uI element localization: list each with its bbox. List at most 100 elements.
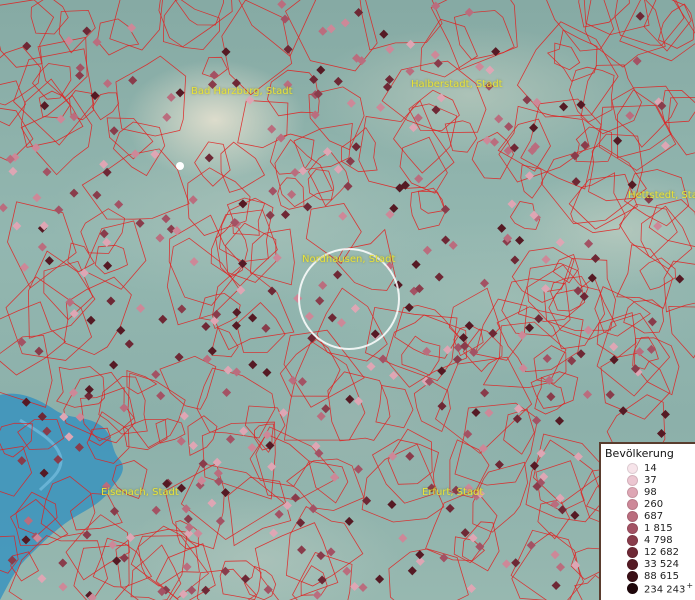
population-marker[interactable] [37, 574, 47, 584]
population-marker[interactable] [571, 177, 581, 187]
population-marker[interactable] [135, 218, 145, 228]
population-marker[interactable] [353, 464, 363, 474]
population-marker[interactable] [274, 509, 284, 519]
highlight-marker[interactable] [176, 162, 184, 170]
population-marker[interactable] [647, 317, 657, 327]
population-marker[interactable] [58, 582, 68, 592]
population-marker[interactable] [576, 100, 586, 110]
population-marker[interactable] [526, 540, 536, 550]
population-marker[interactable] [384, 74, 395, 85]
population-marker[interactable] [522, 95, 532, 105]
population-marker[interactable] [555, 562, 566, 572]
population-marker[interactable] [407, 566, 417, 576]
population-marker[interactable] [119, 553, 129, 563]
population-marker[interactable] [385, 44, 395, 54]
population-marker[interactable] [573, 452, 583, 462]
population-marker[interactable] [504, 122, 514, 132]
population-marker[interactable] [415, 550, 425, 560]
population-marker[interactable] [278, 408, 289, 418]
population-marker[interactable] [182, 562, 192, 572]
population-marker[interactable] [269, 528, 279, 538]
population-marker[interactable] [22, 41, 32, 51]
population-marker[interactable] [609, 342, 619, 352]
population-marker[interactable] [161, 214, 171, 224]
population-marker[interactable] [304, 311, 314, 321]
population-marker[interactable] [541, 284, 551, 294]
population-marker[interactable] [213, 468, 223, 478]
population-marker[interactable] [317, 575, 327, 585]
population-marker[interactable] [263, 585, 273, 595]
population-marker[interactable] [184, 522, 194, 532]
population-marker[interactable] [183, 514, 193, 524]
population-marker[interactable] [151, 505, 161, 515]
population-marker[interactable] [436, 93, 446, 103]
population-marker[interactable] [315, 296, 325, 306]
population-marker[interactable] [42, 167, 52, 177]
population-marker[interactable] [116, 325, 126, 335]
population-marker[interactable] [346, 98, 356, 108]
population-marker[interactable] [488, 328, 498, 338]
population-marker[interactable] [92, 37, 102, 47]
population-marker[interactable] [127, 23, 137, 33]
population-marker[interactable] [103, 78, 113, 89]
population-marker[interactable] [529, 123, 539, 133]
population-marker[interactable] [151, 369, 161, 380]
population-marker[interactable] [212, 457, 222, 467]
population-marker[interactable] [308, 504, 318, 514]
population-marker[interactable] [238, 199, 248, 209]
population-marker[interactable] [207, 346, 217, 356]
population-marker[interactable] [441, 235, 451, 245]
population-marker[interactable] [188, 195, 198, 205]
population-marker[interactable] [162, 112, 172, 122]
population-marker[interactable] [158, 314, 168, 324]
population-marker[interactable] [635, 11, 645, 21]
population-marker[interactable] [99, 159, 109, 169]
population-marker[interactable] [675, 274, 685, 284]
population-marker[interactable] [510, 255, 520, 265]
map-canvas[interactable]: Bad Harzburg, Stadt Halberstadt, Stadt H… [0, 0, 695, 600]
population-marker[interactable] [437, 366, 447, 376]
population-marker[interactable] [344, 516, 354, 526]
population-marker[interactable] [198, 459, 208, 469]
population-marker[interactable] [155, 233, 165, 243]
population-marker[interactable] [248, 360, 258, 370]
population-marker[interactable] [375, 574, 385, 584]
population-marker[interactable] [204, 153, 214, 163]
population-marker[interactable] [378, 354, 388, 364]
population-marker[interactable] [524, 323, 535, 333]
population-marker[interactable] [282, 500, 292, 511]
population-marker[interactable] [114, 199, 124, 210]
population-marker[interactable] [517, 330, 527, 340]
population-marker[interactable] [69, 188, 79, 198]
population-marker[interactable] [532, 97, 542, 107]
population-marker[interactable] [485, 65, 495, 75]
population-marker[interactable] [583, 325, 593, 335]
population-marker[interactable] [239, 426, 249, 436]
population-marker[interactable] [350, 581, 360, 592]
population-marker[interactable] [103, 261, 113, 271]
population-marker[interactable] [119, 403, 129, 413]
population-marker[interactable] [106, 296, 116, 306]
population-marker[interactable] [17, 337, 27, 347]
population-marker[interactable] [316, 551, 326, 561]
population-marker[interactable] [207, 498, 217, 508]
population-marker[interactable] [554, 416, 565, 426]
population-marker[interactable] [267, 124, 277, 134]
population-marker[interactable] [479, 278, 490, 288]
population-marker[interactable] [541, 254, 551, 265]
population-marker[interactable] [414, 174, 424, 184]
population-marker[interactable] [201, 585, 211, 595]
population-marker[interactable] [584, 239, 594, 249]
population-marker[interactable] [350, 303, 360, 314]
population-marker[interactable] [559, 102, 569, 112]
population-marker[interactable] [431, 1, 441, 11]
population-marker[interactable] [494, 460, 504, 470]
population-marker[interactable] [507, 199, 517, 209]
population-marker[interactable] [327, 313, 337, 323]
population-marker[interactable] [175, 88, 185, 98]
population-marker[interactable] [431, 105, 441, 115]
population-marker[interactable] [58, 558, 68, 568]
population-marker[interactable] [326, 24, 336, 34]
population-marker[interactable] [351, 142, 361, 152]
population-marker[interactable] [405, 451, 415, 461]
